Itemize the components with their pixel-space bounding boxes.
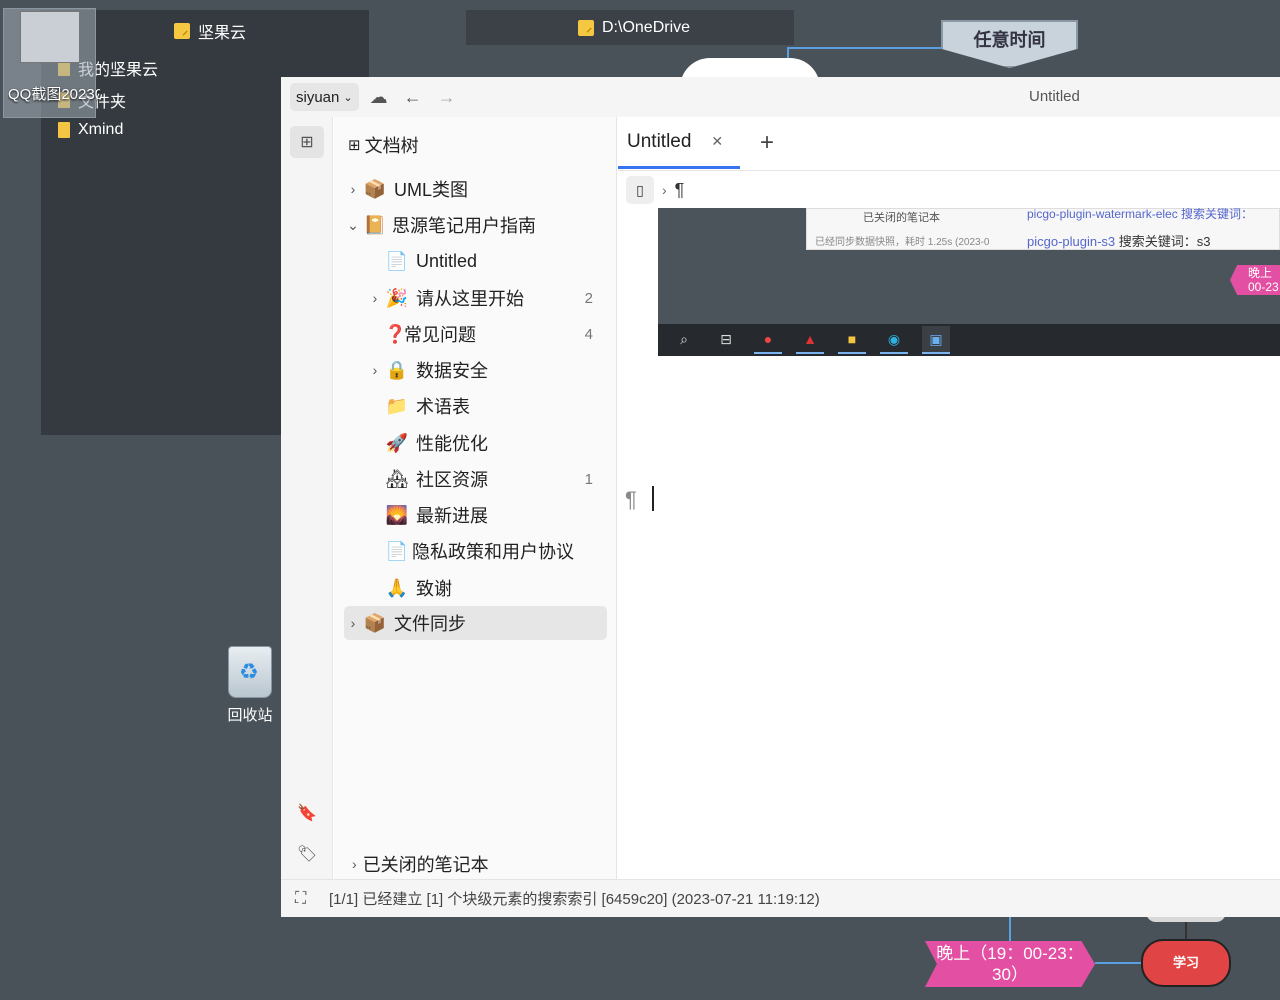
doc-tree-panel: ⊞ 文档树 › 📦 UML类图 ⌄ 📔 思源笔记用户指南 📄 Untitled … — [334, 117, 617, 879]
package-icon: 📦 — [363, 612, 387, 633]
chevron-right-icon[interactable]: › — [366, 362, 384, 378]
chevron-right-icon: › — [352, 856, 357, 872]
explorer-icon: ■ — [838, 326, 866, 354]
image-thumbnail — [20, 11, 80, 63]
window-title: Untitled — [1029, 88, 1080, 105]
document-icon: 📄 — [385, 250, 409, 271]
tree-item-data-security[interactable]: › 🔒 数据安全 — [344, 353, 607, 387]
folder-icon — [58, 122, 70, 138]
tab-untitled[interactable]: Untitled ✕ — [618, 117, 740, 169]
tree-item-file-sync[interactable]: › 📦 文件同步 — [344, 606, 607, 640]
flow-node-evening: 晚上（19：00-23：30） — [925, 941, 1095, 987]
chevron-right-icon: › — [662, 182, 667, 198]
tree-item-thanks[interactable]: 🙏 致谢 — [344, 571, 607, 605]
flow-connector — [787, 47, 942, 49]
qq-screenshot-icon[interactable]: QQ截图20230721110535... — [3, 8, 100, 118]
closed-notebooks[interactable]: › 已关闭的笔记本 — [352, 851, 489, 877]
houses-icon: 🏘 — [385, 468, 409, 489]
tree-item-faq[interactable]: ❓ 常见问题 4 — [344, 317, 607, 351]
chevron-down-icon: ⌄ — [343, 91, 353, 104]
workspace-button[interactable]: siyuan ⌄ — [290, 83, 359, 111]
chevron-down-icon[interactable]: ⌄ — [344, 217, 362, 234]
tree-icon: ⊞ — [348, 137, 361, 154]
embedded-sync-status: 已经同步数据快照，耗时 1.25s (2023-0 — [815, 237, 990, 248]
breadcrumb-paragraph[interactable]: ¶ — [675, 180, 685, 201]
rocket-icon: 🚀 — [385, 432, 409, 453]
file-tree-icon[interactable]: ⊞ — [290, 126, 324, 158]
tree-item-updates[interactable]: 🌄 最新进展 — [344, 498, 607, 532]
add-tab-icon[interactable]: + — [760, 129, 774, 157]
lock-icon: 🔒 — [385, 359, 409, 380]
edge-icon: ◉ — [880, 326, 908, 354]
app-icon: ▲ — [796, 326, 824, 354]
tree-item-user-guide[interactable]: ⌄ 📔 思源笔记用户指南 — [344, 208, 607, 242]
chevron-right-icon[interactable]: › — [344, 181, 362, 197]
status-bar: ⛶ [1/1] 已经建立 [1] 个块级元素的搜索索引 [6459c20] (2… — [281, 879, 1280, 917]
package-icon: 📦 — [363, 178, 387, 199]
embedded-plugin-2: picgo-plugin-s3 搜索关键词：s3 — [1027, 234, 1211, 249]
panel-title-onedrive[interactable]: D:\OneDrive — [578, 19, 690, 37]
tree-item-uml[interactable]: › 📦 UML类图 — [344, 172, 607, 206]
tree-item-community[interactable]: 🏘 社区资源 1 — [344, 462, 607, 496]
task-view-icon: ⊟ — [720, 330, 732, 347]
recycle-bin-label: 回收站 — [227, 707, 273, 724]
folder-icon — [578, 20, 594, 36]
desktop-folder-3[interactable]: Xmind — [58, 121, 123, 139]
embedded-plugin-1: picgo-plugin-watermark-elec 搜索关键词： — [1027, 208, 1254, 221]
document-icon: 📄 — [385, 540, 409, 561]
forward-arrow-icon[interactable]: → — [433, 83, 461, 111]
embedded-closed-nb: 已关闭的笔记本 — [863, 212, 940, 224]
folded-hands-icon: 🙏 — [385, 577, 409, 598]
back-arrow-icon[interactable]: ← — [399, 83, 427, 111]
folder-icon — [174, 23, 190, 39]
embedded-pink-tag: 晚上 00-23 — [1230, 265, 1280, 295]
top-toolbar: siyuan ⌄ ☁ ← → Untitled — [281, 77, 1280, 117]
flow-node-study: 学习 — [1141, 939, 1231, 987]
panel-title-jianguoyun[interactable]: 坚果云 — [174, 19, 246, 43]
tree-item-privacy[interactable]: 📄 隐私政策和用户协议 — [344, 534, 607, 568]
recycle-bin-icon — [228, 646, 272, 698]
party-popper-icon: 🎉 — [385, 287, 409, 308]
notebook-icon: 📔 — [363, 214, 387, 235]
chevron-right-icon[interactable]: › — [344, 615, 362, 631]
recycle-bin[interactable]: 回收站 — [218, 646, 282, 725]
doc-count: 2 — [584, 289, 593, 307]
chrome-icon: ● — [754, 326, 782, 354]
tag-icon[interactable]: 🏷 — [290, 838, 324, 870]
document-icon[interactable]: ▯ — [626, 176, 654, 204]
tree-item-performance[interactable]: 🚀 性能优化 — [344, 426, 607, 460]
chevron-right-icon[interactable]: › — [366, 290, 384, 306]
tree-item-start-here[interactable]: › 🎉 请从这里开始 2 — [344, 281, 607, 315]
doc-count: 1 — [584, 470, 593, 488]
question-icon: ❓ — [384, 323, 407, 344]
sunrise-icon: 🌄 — [385, 504, 409, 525]
flow-connector — [1095, 962, 1141, 964]
cloud-sync-icon[interactable]: ☁ — [365, 83, 393, 111]
tree-item-glossary[interactable]: 📁 术语表 — [344, 389, 607, 423]
embedded-screenshot-image: 已关闭的笔记本 已经同步数据快照，耗时 1.25s (2023-0 picgo-… — [658, 208, 1280, 356]
text-cursor — [652, 486, 654, 511]
tab-bar: Untitled ✕ + — [618, 117, 1280, 171]
dock-toggle-icon[interactable]: ⛶ — [295, 890, 315, 908]
bookmark-icon[interactable]: 🔖 — [290, 797, 324, 829]
status-message: [1/1] 已经建立 [1] 个块级元素的搜索索引 [6459c20] (202… — [329, 891, 820, 908]
flow-connector — [1185, 922, 1187, 939]
doc-tree-header: ⊞ 文档树 — [348, 136, 419, 156]
paragraph-mark[interactable]: ¶ — [625, 487, 637, 513]
left-dock: ⊞ 🔖 🏷 — [281, 117, 333, 879]
siyuan-window: siyuan ⌄ ☁ ← → Untitled ⊞ 🔖 🏷 ⊞ 文档树 › 📦 … — [281, 77, 1280, 917]
photos-icon: ▣ — [922, 326, 950, 354]
flow-node-anytime: 任意时间 — [941, 20, 1078, 68]
search-icon: ⌕ — [680, 330, 688, 347]
qq-screenshot-label: QQ截图20230721110535... — [8, 86, 100, 103]
doc-count: 4 — [584, 325, 593, 343]
embedded-panel: 已关闭的笔记本 已经同步数据快照，耗时 1.25s (2023-0 picgo-… — [806, 208, 1280, 250]
tree-item-untitled[interactable]: 📄 Untitled — [344, 244, 607, 278]
close-icon[interactable]: ✕ — [711, 133, 723, 150]
flow-connector — [1009, 917, 1011, 941]
embedded-taskbar: ⌕ ⊟ ● ▲ ■ ◉ ▣ — [658, 324, 1280, 356]
folder-icon: 📁 — [385, 395, 409, 416]
breadcrumb: ▯ › ¶ — [626, 176, 684, 204]
